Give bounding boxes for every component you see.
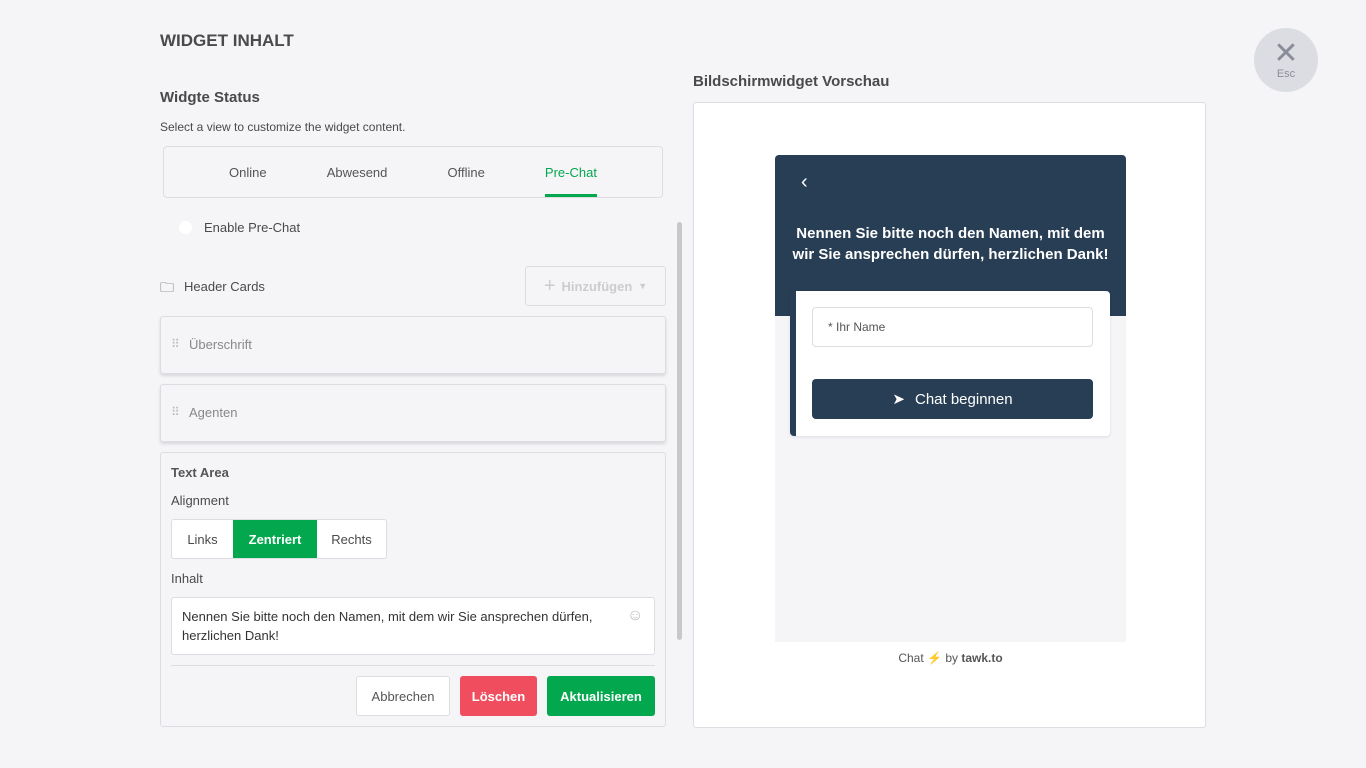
tab-abwesend[interactable]: Abwesend <box>327 147 388 197</box>
scrollbar[interactable] <box>677 222 682 640</box>
enable-prechat-label: Enable Pre-Chat <box>204 220 301 235</box>
enable-prechat-toggle[interactable] <box>179 221 192 234</box>
footer-by: by <box>945 651 958 665</box>
alignment-label: Alignment <box>171 493 229 508</box>
delete-button[interactable]: Löschen <box>460 676 537 716</box>
preview-panel: ‹ Nennen Sie bitte noch den Namen, mit d… <box>693 102 1206 728</box>
plus-icon: + <box>543 274 556 297</box>
add-card-button[interactable]: + Hinzufügen ▼ <box>525 266 666 306</box>
page-title: WIDGET INHALT <box>160 31 294 50</box>
close-icon: ✕ <box>1273 37 1299 70</box>
tab-pre-chat[interactable]: Pre-Chat <box>544 147 597 197</box>
brand-logo: tawk.to <box>961 651 1003 665</box>
name-input[interactable]: * Ihr Name <box>812 307 1093 347</box>
tab-online[interactable]: Online <box>229 147 267 197</box>
lightning-icon: ⚡ <box>927 651 942 665</box>
emoji-icon[interactable]: ☺ <box>627 607 643 625</box>
tab-offline[interactable]: Offline <box>447 147 484 197</box>
align-right-button[interactable]: Rechts <box>317 520 386 558</box>
close-button[interactable]: ✕ Esc <box>1254 28 1318 92</box>
status-tabs: Online Abwesend Offline Pre-Chat <box>163 146 663 198</box>
start-chat-label: Chat beginnen <box>914 390 1013 408</box>
card-label: Überschrift <box>189 337 252 352</box>
add-label: Hinzufügen <box>561 278 633 294</box>
header-cards-label: Header Cards <box>184 279 265 294</box>
esc-label: Esc <box>1276 68 1296 80</box>
footer-chat: Chat <box>898 651 924 665</box>
folder-icon: 🗀 <box>160 279 174 295</box>
align-left-button[interactable]: Links <box>172 520 233 558</box>
widget-message: Nennen Sie bitte noch den Namen, mit dem… <box>792 225 1109 263</box>
card-agenten[interactable]: ⠿ Agenten <box>160 384 666 442</box>
text-area-card: Text Area Alignment Links Zentriert Rech… <box>160 452 666 727</box>
status-description: Select a view to customize the widget co… <box>160 120 406 134</box>
content-label: Inhalt <box>171 571 203 586</box>
widget-footer[interactable]: Chat ⚡ by tawk.to <box>775 642 1126 676</box>
content-textarea[interactable]: Nennen Sie bitte noch den Namen, mit dem… <box>171 597 655 655</box>
card-ueberschrift[interactable]: ⠿ Überschrift <box>160 316 666 374</box>
widget-preview: ‹ Nennen Sie bitte noch den Namen, mit d… <box>775 155 1126 676</box>
divider <box>171 665 655 666</box>
send-icon: ➤ <box>892 391 905 408</box>
drag-handle-icon[interactable]: ⠿ <box>171 337 180 351</box>
status-heading: Widgte Status <box>160 89 260 106</box>
start-chat-button[interactable]: ➤ Chat beginnen <box>812 379 1093 419</box>
card-label: Agenten <box>189 405 238 420</box>
cancel-button[interactable]: Abbrechen <box>356 676 450 716</box>
update-button[interactable]: Aktualisieren <box>547 676 655 716</box>
align-center-button[interactable]: Zentriert <box>233 520 317 558</box>
back-icon[interactable]: ‹ <box>801 171 808 194</box>
text-area-title: Text Area <box>171 465 229 480</box>
preview-heading: Bildschirmwidget Vorschau <box>693 73 890 90</box>
caret-down-icon: ▼ <box>638 281 648 291</box>
drag-handle-icon[interactable]: ⠿ <box>171 405 180 419</box>
